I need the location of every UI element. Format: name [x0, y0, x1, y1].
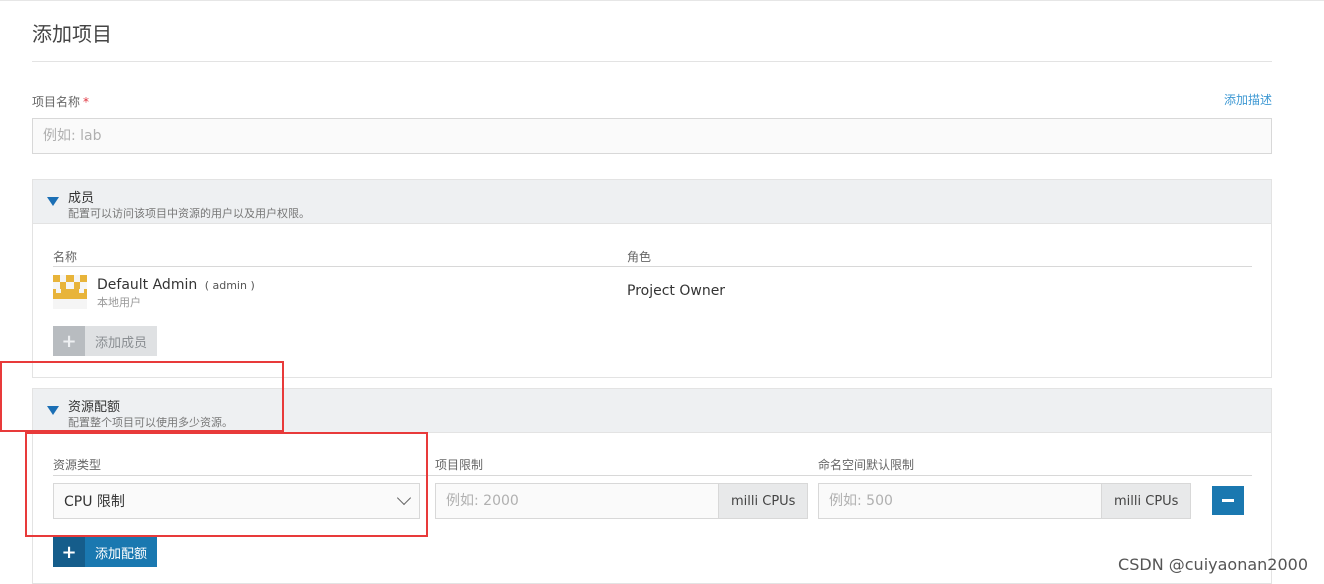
- namespace-limit-unit: milli CPUs: [1102, 483, 1192, 519]
- project-limit-unit: milli CPUs: [719, 483, 809, 519]
- member-display-name: Default Admin: [97, 277, 198, 293]
- namespace-limit-input[interactable]: [818, 483, 1102, 519]
- quota-header-divider: [53, 475, 1252, 476]
- minus-icon: [1222, 499, 1234, 502]
- remove-quota-button[interactable]: [1212, 486, 1244, 515]
- avatar: [53, 275, 87, 309]
- members-subtitle: 配置可以访问该项目中资源的用户以及用户权限。: [68, 207, 310, 220]
- project-name-label: 项目名称 *: [32, 93, 89, 110]
- quota-subtitle: 配置整个项目可以使用多少资源。: [68, 416, 233, 429]
- quota-title: 资源配额: [68, 400, 121, 415]
- chevron-down-icon: [396, 490, 412, 506]
- quota-col-resource-type: 资源类型: [53, 458, 102, 472]
- add-member-button[interactable]: + 添加成员: [53, 326, 158, 356]
- top-border: [0, 0, 1324, 4]
- member-type: 本地用户: [97, 296, 141, 309]
- resource-type-select[interactable]: CPU 限制: [53, 483, 420, 519]
- members-title: 成员: [68, 191, 95, 206]
- namespace-limit-group: milli CPUs: [818, 483, 1192, 519]
- quota-col-namespace-limit: 命名空间默认限制: [818, 458, 915, 472]
- title-divider: [32, 61, 1272, 62]
- add-member-label: 添加成员: [85, 326, 158, 356]
- add-quota-button[interactable]: + 添加配额: [53, 537, 158, 567]
- members-header-divider: [53, 266, 1252, 267]
- project-limit-group: milli CPUs: [435, 483, 809, 519]
- watermark: CSDN @cuiyaonan2000: [1118, 555, 1308, 574]
- members-header[interactable]: 成员 配置可以访问该项目中资源的用户以及用户权限。: [33, 180, 1271, 224]
- plus-icon: +: [53, 326, 85, 356]
- project-limit-input[interactable]: [435, 483, 719, 519]
- resource-type-value: CPU 限制: [64, 494, 125, 510]
- members-col-name: 名称: [53, 250, 78, 264]
- quota-header[interactable]: 资源配额 配置整个项目可以使用多少资源。: [33, 389, 1271, 433]
- members-section: 成员 配置可以访问该项目中资源的用户以及用户权限。 名称 角色 Default …: [32, 179, 1272, 378]
- member-name: Default Admin ( admin ): [97, 277, 255, 293]
- project-name-input[interactable]: [32, 118, 1272, 154]
- members-col-role: 角色: [627, 250, 652, 264]
- member-role: Project Owner: [627, 283, 726, 299]
- page-title: 添加项目: [32, 22, 112, 46]
- caret-down-icon[interactable]: [47, 406, 59, 415]
- caret-down-icon[interactable]: [47, 197, 59, 206]
- project-name-label-text: 项目名称: [32, 95, 81, 109]
- add-description-link[interactable]: 添加描述: [1224, 91, 1272, 108]
- add-quota-label: 添加配额: [85, 537, 158, 567]
- quota-section: 资源配额 配置整个项目可以使用多少资源。 资源类型 项目限制 命名空间默认限制 …: [32, 388, 1272, 584]
- quota-col-project-limit: 项目限制: [435, 458, 484, 472]
- member-username: ( admin ): [204, 279, 255, 292]
- plus-icon: +: [53, 537, 85, 567]
- required-mark: *: [83, 95, 90, 109]
